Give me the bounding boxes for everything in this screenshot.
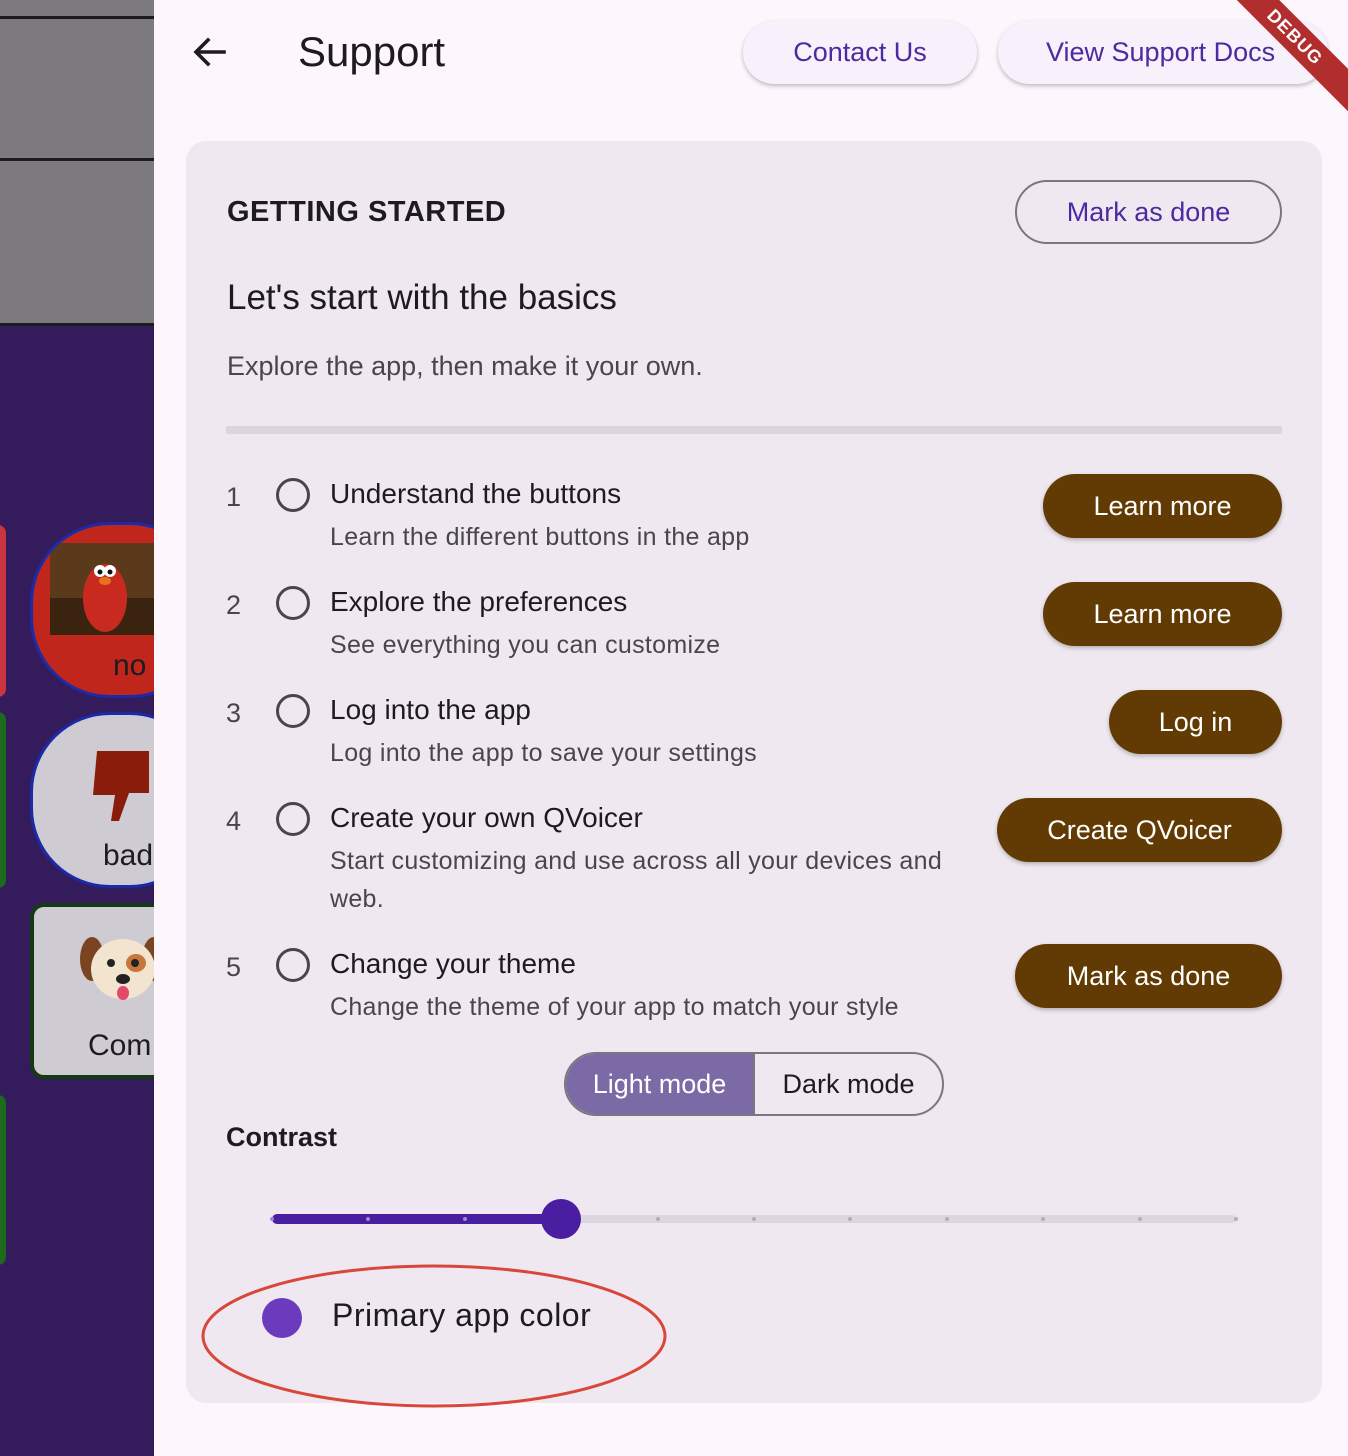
background-tile-label: Com [88, 1029, 152, 1062]
card-divider [226, 426, 1282, 434]
background-tile-label: bad [103, 839, 154, 872]
primary-color-row[interactable]: Primary app color [260, 1293, 680, 1343]
dark-mode-segment[interactable]: Dark mode [755, 1054, 942, 1114]
step-subtitle: Log into the app to save your settings [330, 739, 757, 767]
light-mode-segment[interactable]: Light mode [566, 1054, 755, 1114]
background-divider [0, 323, 154, 326]
step-subtitle: See everything you can customize [330, 631, 721, 659]
step-radio[interactable] [276, 478, 310, 512]
contrast-label: Contrast [226, 1122, 338, 1152]
log-in-button[interactable]: Log in [1109, 690, 1282, 754]
step-subtitle: Start customizing and use across all you… [330, 847, 943, 913]
checklist-step: 2 Explore the preferences See everything… [226, 582, 1282, 682]
getting-started-card: GETTING STARTED Mark as done Let's start… [186, 141, 1322, 1403]
learn-more-preferences-button[interactable]: Learn more [1043, 582, 1282, 646]
step-radio[interactable] [276, 802, 310, 836]
slider-thumb[interactable] [541, 1199, 581, 1239]
background-tile-no[interactable]: no [30, 522, 154, 698]
step-title: Understand the buttons [330, 478, 622, 509]
checklist-step: 4 Create your own QVoicer Start customiz… [226, 798, 1282, 938]
background-tile-label: no [113, 649, 147, 682]
step-radio[interactable] [276, 586, 310, 620]
slider-active-track [272, 1214, 561, 1224]
elmo-photo [50, 543, 154, 635]
slider-tick [1138, 1217, 1142, 1221]
contrast-slider[interactable] [270, 1199, 1238, 1239]
slider-tick [1041, 1217, 1045, 1221]
step-number: 5 [226, 952, 242, 982]
back-button[interactable] [184, 26, 236, 78]
slider-tick [752, 1217, 756, 1221]
slider-tick [656, 1217, 660, 1221]
step-subtitle: Learn the different buttons in the app [330, 523, 750, 551]
step-radio[interactable] [276, 694, 310, 728]
slider-tick [270, 1217, 274, 1221]
step-radio[interactable] [276, 948, 310, 982]
background-tile-com[interactable]: Com [30, 903, 154, 1079]
arrow-left-icon [193, 37, 226, 67]
step-subtitle: Change the theme of your app to match yo… [330, 993, 899, 1021]
theme-mode-toggle: Light mode Dark mode [564, 1052, 944, 1116]
slider-tick [1234, 1217, 1238, 1221]
contact-us-button[interactable]: Contact Us [743, 21, 977, 84]
step-number: 2 [226, 590, 242, 620]
learn-more-buttons-button[interactable]: Learn more [1043, 474, 1282, 538]
theme-mark-as-done-button[interactable]: Mark as done [1015, 944, 1282, 1008]
step-title: Change your theme [330, 948, 576, 979]
slider-tick [945, 1217, 949, 1221]
card-description: Explore the app, then make it your own. [227, 351, 703, 381]
checklist-step: 1 Understand the buttons Learn the diffe… [226, 474, 1282, 574]
background-tile-edge [0, 712, 6, 888]
step-number: 3 [226, 698, 242, 728]
checklist-step: 3 Log into the app Log into the app to s… [226, 690, 1282, 790]
background-tile-edge [0, 525, 6, 697]
step-title: Log into the app [330, 694, 531, 725]
create-qvoicer-button[interactable]: Create QVoicer [997, 798, 1282, 862]
slider-tick [463, 1217, 467, 1221]
background-tile-edge [0, 1095, 6, 1265]
slider-tick [366, 1217, 370, 1221]
mark-as-done-button[interactable]: Mark as done [1015, 180, 1282, 244]
background-toolbar-area [0, 0, 154, 325]
puppy-face-icon [80, 937, 154, 1000]
background-app-panel: no bad Com [0, 0, 154, 1456]
background-divider [0, 16, 154, 19]
background-tile-bad[interactable]: bad [30, 712, 154, 888]
primary-color-swatch[interactable] [262, 1298, 302, 1338]
card-subtitle: Let's start with the basics [227, 278, 617, 317]
thumbs-down-icon [93, 751, 149, 821]
step-number: 1 [226, 482, 242, 512]
background-divider [0, 158, 154, 161]
primary-color-label: Primary app color [332, 1297, 592, 1333]
card-heading: GETTING STARTED [227, 196, 507, 228]
step-title: Explore the preferences [330, 586, 628, 617]
checklist-step: 5 Change your theme Change the theme of … [226, 944, 1282, 1044]
step-number: 4 [226, 806, 242, 836]
page-title: Support [298, 28, 446, 75]
step-title: Create your own QVoicer [330, 802, 643, 833]
slider-tick [848, 1217, 852, 1221]
